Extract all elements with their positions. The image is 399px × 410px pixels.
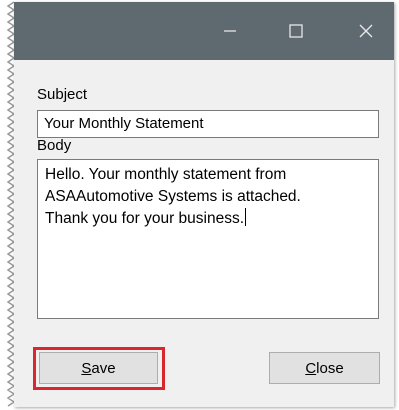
body-textarea[interactable]: Hello. Your monthly statement from ASAAu… (37, 159, 379, 319)
text-caret (245, 208, 247, 226)
subject-input[interactable]: Your Monthly Statement (37, 110, 379, 138)
subject-label: Subject (37, 86, 88, 103)
save-button[interactable]: Save (39, 352, 158, 384)
body-text: Hello. Your monthly statement from ASAAu… (45, 166, 301, 227)
save-accelerator: S (81, 359, 92, 377)
minimize-button[interactable] (204, 2, 256, 60)
save-label: ave (91, 359, 116, 377)
minimize-icon (224, 30, 236, 32)
close-icon (359, 24, 373, 38)
maximize-button[interactable] (270, 2, 322, 60)
close-accelerator: C (305, 359, 317, 377)
close-window-button[interactable] (340, 2, 392, 60)
dialog-window: Subject Your Monthly Statement Body Hell… (14, 2, 394, 407)
body-label: Body (37, 137, 72, 154)
title-bar (14, 2, 394, 60)
maximize-icon (289, 24, 303, 38)
close-button[interactable]: Close (269, 352, 380, 384)
close-label: lose (316, 359, 344, 377)
